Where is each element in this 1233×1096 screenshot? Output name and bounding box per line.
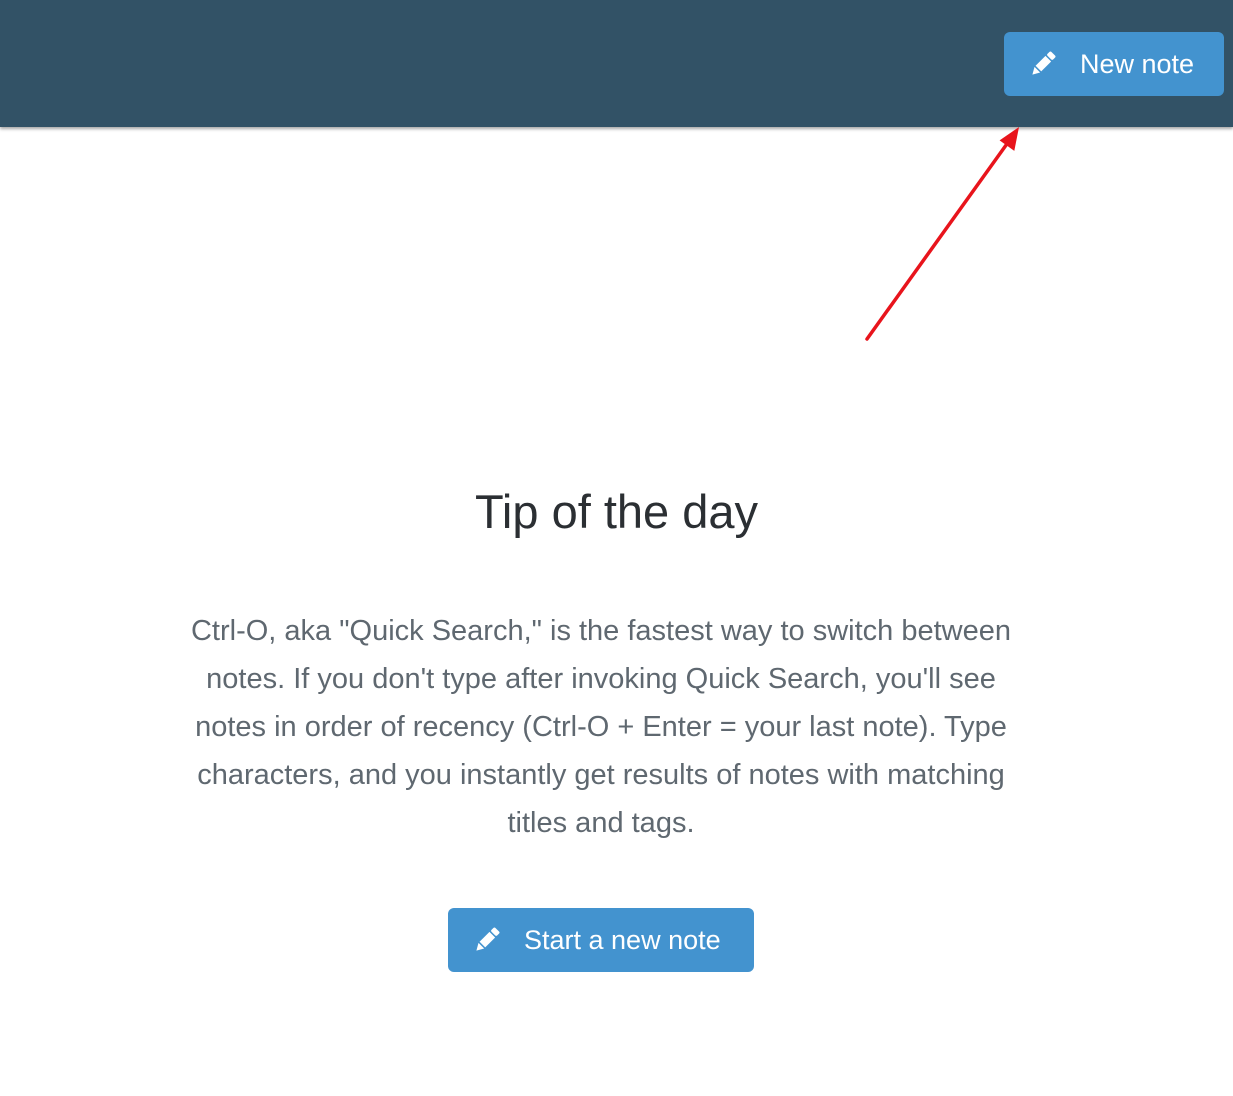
tip-body: Ctrl-O, aka "Quick Search," is the faste…: [190, 615, 1011, 839]
page: New note Tip of the day Ctrl-O, aka "Qui…: [0, 0, 1233, 1096]
start-new-note-button[interactable]: Start a new note: [448, 908, 754, 972]
start-new-note-label: Start a new note: [524, 924, 721, 955]
top-bar: New note: [0, 0, 1233, 127]
pencil-icon: [1028, 49, 1058, 79]
pencil-icon: [472, 925, 502, 955]
new-note-button[interactable]: New note: [1004, 32, 1224, 96]
tip-title: Tip of the day: [474, 485, 759, 538]
new-note-label: New note: [1080, 48, 1195, 79]
